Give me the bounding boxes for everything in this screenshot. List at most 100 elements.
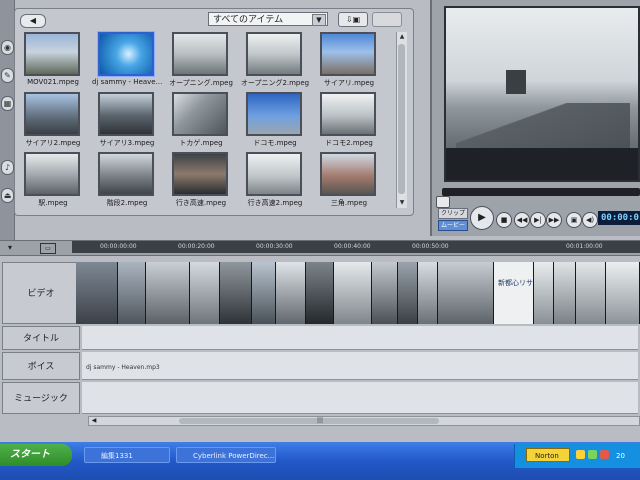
timeline-video-clip[interactable] bbox=[398, 262, 418, 324]
library-filter-value: すべてのアイテム bbox=[213, 15, 284, 25]
clip-mode-button[interactable]: クリップ bbox=[438, 208, 468, 219]
title-clip-text: 新都心リサ bbox=[498, 279, 533, 287]
ruler-tick-label: 00:00:40:00 bbox=[334, 243, 371, 250]
ruler-tick-label: 00:00:20:00 bbox=[178, 243, 215, 250]
library-clip[interactable]: 行き高速2.mpeg bbox=[242, 152, 308, 210]
library-clip[interactable]: オープニング.mpeg bbox=[168, 32, 234, 90]
library-clip[interactable]: サイアリ2.mpeg bbox=[20, 92, 86, 150]
movie-mode-button[interactable]: ムービー bbox=[438, 220, 468, 231]
import-media-button[interactable]: ⇩▣ bbox=[338, 12, 368, 27]
voice-track-label: ボイス bbox=[2, 352, 80, 380]
next-frame-button[interactable]: ▶| bbox=[530, 212, 546, 228]
stop-button[interactable]: ■ bbox=[496, 212, 512, 228]
timeline-video-clip[interactable] bbox=[606, 262, 640, 324]
timeline-video-clip[interactable] bbox=[554, 262, 576, 324]
storyboard-view-icon[interactable]: ▾ bbox=[8, 243, 26, 252]
edit-icon[interactable]: ✎ bbox=[1, 68, 14, 83]
scrollbar-thumb[interactable]: ||| bbox=[179, 417, 439, 424]
tray-icon[interactable] bbox=[576, 450, 585, 459]
clip-thumbnail bbox=[246, 92, 302, 136]
timeline-video-clip[interactable] bbox=[334, 262, 372, 324]
clip-name: オープニング.mpeg bbox=[169, 79, 233, 87]
timeline-scrollbar[interactable]: ◀ ||| bbox=[88, 416, 640, 426]
video-track[interactable]: 新都心リサ bbox=[76, 262, 640, 324]
chevron-down-icon[interactable]: ▼ bbox=[312, 14, 326, 26]
timeline-ruler[interactable]: 00:00:00:00 00:00:20:00 00:00:30:00 00:0… bbox=[72, 241, 640, 253]
clip-thumbnail bbox=[98, 92, 154, 136]
music-track[interactable] bbox=[82, 382, 638, 414]
tray-icon[interactable] bbox=[600, 450, 609, 459]
library-clip[interactable]: ドコモ.mpeg bbox=[242, 92, 308, 150]
capture-icon[interactable]: ◉ bbox=[1, 40, 14, 55]
audio-icon[interactable]: ♪ bbox=[1, 160, 14, 175]
clip-thumbnail bbox=[320, 152, 376, 196]
scrollbar-thumb[interactable] bbox=[398, 44, 405, 194]
library-clip[interactable]: サイアリ.mpeg bbox=[316, 32, 382, 90]
tray-icon[interactable] bbox=[588, 450, 597, 459]
preview-seek-bar[interactable] bbox=[442, 188, 640, 196]
timeline-video-clip[interactable] bbox=[306, 262, 334, 324]
timeline-video-clip[interactable] bbox=[252, 262, 276, 324]
library-clip-selected[interactable]: dj sammy - Heave... bbox=[92, 32, 162, 90]
taskbar-item-folder[interactable]: 編集1331 bbox=[84, 447, 170, 463]
clip-name: サイアリ3.mpeg bbox=[99, 139, 155, 147]
clip-name: MOV021.mpeg bbox=[27, 78, 79, 86]
timeline-video-clip[interactable] bbox=[276, 262, 306, 324]
start-button[interactable]: スタート bbox=[0, 444, 72, 466]
clip-name: ドコモ2.mpeg bbox=[325, 139, 373, 147]
timeline-video-clip[interactable] bbox=[190, 262, 220, 324]
timeline-video-clip[interactable] bbox=[220, 262, 252, 324]
library-toolbar: ◀ すべてのアイテム ▼ ⇩▣ bbox=[16, 11, 410, 31]
library-clip[interactable]: オープニング2.mpeg bbox=[240, 32, 310, 90]
clip-thumbnail bbox=[24, 152, 80, 196]
snapshot-button[interactable]: ▣ bbox=[566, 212, 582, 228]
scroll-up-icon[interactable]: ▲ bbox=[397, 32, 407, 42]
library-clip[interactable]: 階段2.mpeg bbox=[94, 152, 160, 210]
clip-name: dj sammy - Heave... bbox=[92, 78, 162, 86]
clip-name: 行き高速.mpeg bbox=[175, 199, 227, 207]
library-filter-select[interactable]: すべてのアイテム ▼ bbox=[208, 12, 328, 26]
clip-name: サイアリ.mpeg bbox=[323, 79, 375, 87]
effects-icon[interactable]: ▦ bbox=[1, 96, 14, 111]
play-button[interactable]: ▶ bbox=[470, 206, 494, 230]
taskbar-item-powerdirector[interactable]: Cyberlink PowerDirec... bbox=[176, 447, 276, 463]
fast-forward-button[interactable]: ▶▶ bbox=[546, 212, 562, 228]
timeline-video-clip[interactable] bbox=[372, 262, 398, 324]
clip-name: オープニング2.mpeg bbox=[240, 79, 310, 87]
clip-thumbnail bbox=[320, 32, 376, 76]
timeline-video-clip[interactable] bbox=[76, 262, 118, 324]
library-clip[interactable]: 行き高速.mpeg bbox=[168, 152, 234, 210]
timeline-view-icon[interactable]: ▭ bbox=[40, 243, 56, 254]
norton-tray-button[interactable]: Norton bbox=[526, 448, 570, 462]
timeline-video-clip[interactable] bbox=[418, 262, 438, 324]
clip-thumbnail bbox=[246, 152, 302, 196]
library-clip[interactable]: ドコモ2.mpeg bbox=[316, 92, 382, 150]
clip-name: トカゲ.mpeg bbox=[179, 139, 223, 147]
voice-audio-clip[interactable]: dj sammy - Heaven.mp3 bbox=[86, 364, 266, 372]
library-clip[interactable]: 三角.mpeg bbox=[316, 152, 382, 210]
clip-name: ドコモ.mpeg bbox=[253, 139, 297, 147]
timeline-title-clip[interactable]: 新都心リサ bbox=[494, 262, 534, 324]
timecode-display: 00:00:0 bbox=[598, 211, 640, 225]
scroll-left-icon[interactable]: ◀ bbox=[89, 417, 99, 425]
library-clip[interactable]: トカゲ.mpeg bbox=[168, 92, 234, 150]
music-track-label: ミュージック bbox=[2, 382, 80, 414]
scroll-down-icon[interactable]: ▼ bbox=[397, 198, 407, 208]
timeline-video-clip[interactable] bbox=[576, 262, 606, 324]
library-clip[interactable]: サイアリ3.mpeg bbox=[94, 92, 160, 150]
output-icon[interactable]: ⏏ bbox=[1, 188, 14, 203]
clip-thumbnail bbox=[172, 152, 228, 196]
previous-frame-button[interactable]: ◀◀ bbox=[514, 212, 530, 228]
back-button[interactable]: ◀ bbox=[20, 14, 46, 28]
timeline-video-clip[interactable] bbox=[438, 262, 494, 324]
seek-handle-icon[interactable] bbox=[436, 196, 450, 208]
clip-thumbnail bbox=[172, 32, 228, 76]
library-clip[interactable]: MOV021.mpeg bbox=[20, 32, 86, 90]
title-track[interactable] bbox=[82, 326, 638, 350]
timeline-video-clip[interactable] bbox=[146, 262, 190, 324]
volume-button[interactable]: ◀) bbox=[582, 212, 598, 228]
library-scrollbar[interactable]: ▲ ▼ bbox=[396, 32, 407, 208]
timeline-video-clip[interactable] bbox=[534, 262, 554, 324]
library-clip[interactable]: 駅.mpeg bbox=[20, 152, 86, 210]
timeline-video-clip[interactable] bbox=[118, 262, 146, 324]
